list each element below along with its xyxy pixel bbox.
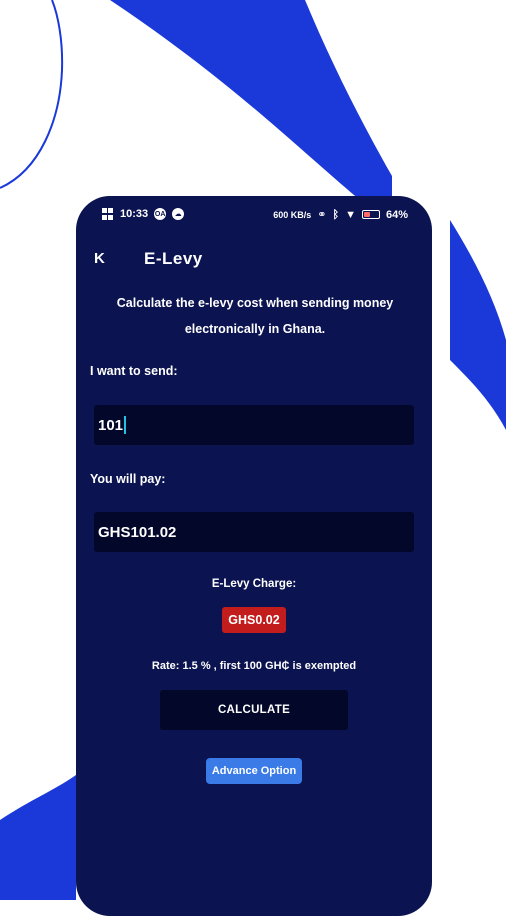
phone-screen: 10:33 OA ☁ 600 KB/s ⚭ ᛒ ▼ 64% K E-Levy C… [76,196,432,916]
app-bar: K E-Levy [76,244,432,276]
back-icon[interactable]: K [94,250,105,267]
advance-option-button[interactable]: Advance Option [206,758,302,784]
battery-icon [361,210,380,219]
pay-label: You will pay: [90,472,166,486]
wifi-icon: ▼ [345,208,356,221]
status-time: 10:33 [120,208,149,220]
windows-icon [102,208,114,220]
link-icon: ⚭ [317,209,327,221]
page-title: E-Levy [144,249,203,268]
network-speed: 600 KB/s [273,209,312,220]
send-label: I want to send: [90,364,178,378]
bluetooth-icon: ᛒ [332,208,340,221]
weather-icon: ☁ [172,208,185,220]
send-amount-input[interactable]: 101 [94,405,414,445]
calculate-button[interactable]: CALCULATE [160,690,348,730]
send-amount-value: 101 [98,416,124,434]
pay-amount-field: GHS101.02 [94,512,414,552]
elevy-charge-label: E-Levy Charge: [211,578,297,590]
rate-info: Rate: 1.5 % , first 100 GH₵ is exempted [151,660,357,672]
description-text: Calculate the e-levy cost when sending m… [116,296,394,336]
pay-amount-value: GHS101.02 [98,523,177,541]
status-bar: 10:33 OA ☁ 600 KB/s ⚭ ᛒ ▼ 64% [76,196,432,232]
elevy-charge-badge: GHS0.02 [222,607,286,633]
battery-percent: 64% [385,208,408,221]
app-notification-icon: OA [154,208,167,220]
text-cursor [124,416,127,434]
